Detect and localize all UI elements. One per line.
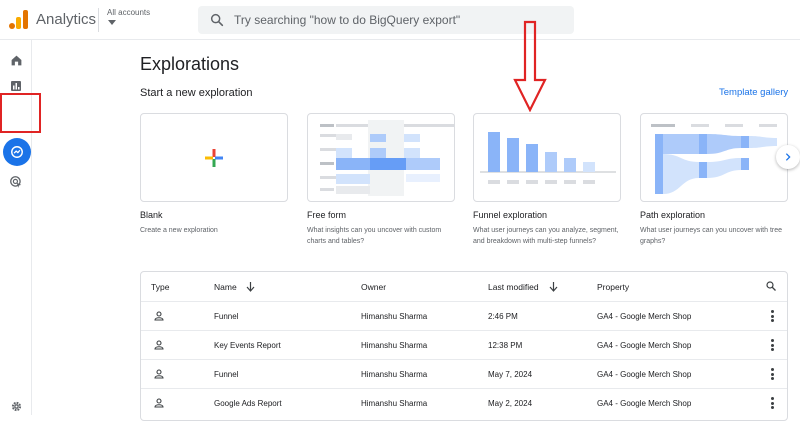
funnel-preview-icon xyxy=(480,132,616,184)
account-dropdown-icon[interactable] xyxy=(108,20,116,25)
row-modified: 12:38 PM xyxy=(488,341,523,350)
person-icon xyxy=(154,340,164,350)
table-row[interactable]: Funnel Himanshu Sharma May 7, 2024 GA4 -… xyxy=(141,359,787,388)
explorations-table: Type Name Owner Last modified Property F… xyxy=(140,271,788,421)
template-card-path[interactable] xyxy=(640,113,788,202)
home-icon[interactable] xyxy=(6,50,26,70)
search-placeholder: Try searching "how to do BigQuery export… xyxy=(234,13,461,27)
person-icon xyxy=(154,398,164,408)
row-owner: Himanshu Sharma xyxy=(361,341,428,350)
free-form-preview-icon xyxy=(320,120,454,196)
person-icon xyxy=(154,311,164,321)
template-card-funnel[interactable] xyxy=(473,113,621,202)
person-icon xyxy=(154,369,164,379)
table-row[interactable]: Google Ads Report Himanshu Sharma May 2,… xyxy=(141,388,787,417)
page-title: Explorations xyxy=(140,54,240,74)
row-owner: Himanshu Sharma xyxy=(361,399,428,408)
analytics-logo-icon[interactable] xyxy=(9,9,29,29)
table-row[interactable]: Key Events Report Himanshu Sharma 12:38 … xyxy=(141,330,787,359)
column-header-last-modified[interactable]: Last modified xyxy=(488,282,539,292)
explore-icon[interactable] xyxy=(7,142,27,162)
template-card-free-form[interactable] xyxy=(307,113,455,202)
row-name[interactable]: Funnel xyxy=(214,312,238,321)
template-title-free-form: Free form xyxy=(307,210,347,220)
header-divider xyxy=(98,8,99,32)
template-desc-blank: Create a new exploration xyxy=(140,227,218,234)
row-modified: May 2, 2024 xyxy=(488,399,533,408)
app-title: Analytics xyxy=(36,11,97,28)
more-vert-icon[interactable] xyxy=(771,310,774,322)
next-templates-button[interactable] xyxy=(776,145,800,169)
explore-highlight-box xyxy=(0,93,41,133)
annotation-arrow-icon xyxy=(513,20,547,112)
advertising-icon[interactable] xyxy=(6,172,26,192)
plus-icon xyxy=(205,149,223,167)
column-header-owner[interactable]: Owner xyxy=(361,282,386,292)
sort-arrow-down-icon[interactable] xyxy=(246,282,255,292)
row-modified: May 7, 2024 xyxy=(488,370,533,379)
template-title-funnel: Funnel exploration xyxy=(473,210,548,220)
row-name[interactable]: Funnel xyxy=(214,370,238,379)
template-desc-funnel: What user journeys can you analyze, segm… xyxy=(473,227,619,245)
row-name[interactable]: Google Ads Report xyxy=(214,399,282,408)
settings-icon[interactable] xyxy=(6,396,26,416)
row-owner: Himanshu Sharma xyxy=(361,312,428,321)
search-icon xyxy=(210,13,224,27)
row-property: GA4 - Google Merch Shop xyxy=(597,341,692,350)
start-exploration-label: Start a new exploration xyxy=(140,87,253,99)
column-header-type: Type xyxy=(151,282,170,292)
row-modified: 2:46 PM xyxy=(488,312,518,321)
more-vert-icon[interactable] xyxy=(771,368,774,380)
template-title-path: Path exploration xyxy=(640,210,706,220)
row-property: GA4 - Google Merch Shop xyxy=(597,399,692,408)
row-name[interactable]: Key Events Report xyxy=(214,341,281,350)
more-vert-icon[interactable] xyxy=(771,397,774,409)
search-icon[interactable] xyxy=(765,280,777,292)
path-preview-icon xyxy=(651,124,777,194)
row-property: GA4 - Google Merch Shop xyxy=(597,370,692,379)
top-bar: Analytics All accounts Try searching "ho… xyxy=(0,0,800,40)
row-owner: Himanshu Sharma xyxy=(361,370,428,379)
template-gallery-link[interactable]: Template gallery xyxy=(719,87,788,98)
sort-arrow-down-icon[interactable] xyxy=(549,282,558,292)
more-vert-icon[interactable] xyxy=(771,339,774,351)
table-row[interactable]: Funnel Himanshu Sharma 2:46 PM GA4 - Goo… xyxy=(141,301,787,330)
template-title-blank: Blank xyxy=(140,210,163,220)
template-card-blank[interactable] xyxy=(140,113,288,202)
row-property: GA4 - Google Merch Shop xyxy=(597,312,692,321)
account-selector-label[interactable]: All accounts xyxy=(107,8,150,17)
column-header-property[interactable]: Property xyxy=(597,282,629,292)
template-desc-free-form: What insights can you uncover with custo… xyxy=(307,227,442,245)
template-desc-path: What user journeys can you uncover with … xyxy=(640,227,783,245)
column-header-name[interactable]: Name xyxy=(214,282,237,292)
chevron-right-icon xyxy=(785,153,791,161)
